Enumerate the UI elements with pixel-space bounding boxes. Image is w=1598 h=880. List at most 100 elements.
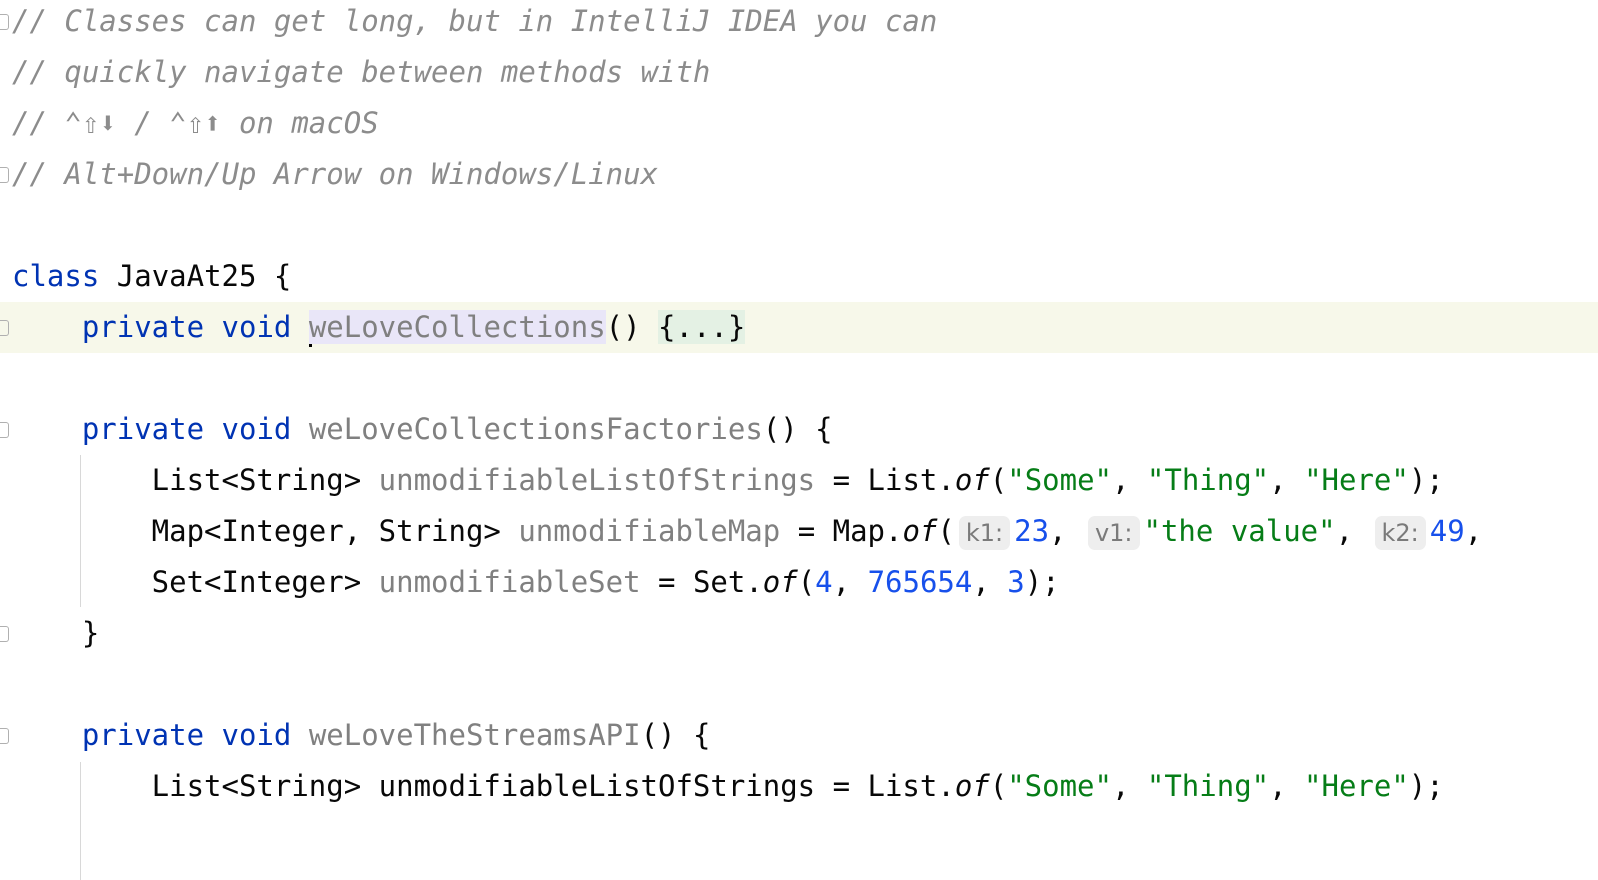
comment-token: // quickly navigate between methods with bbox=[12, 55, 711, 89]
code-token: () bbox=[605, 310, 659, 344]
parameter-hint: k1: bbox=[958, 516, 1011, 550]
comment-token: // Classes can get long, but in IntelliJ… bbox=[12, 4, 938, 38]
keyword-token: class bbox=[12, 259, 100, 293]
code-line[interactable]: Map<Integer, String> unmodifiableMap = M… bbox=[0, 506, 1598, 557]
string-literal: "Here" bbox=[1304, 769, 1409, 803]
code-line[interactable]: private void weLoveCollections() {...} bbox=[0, 302, 1598, 353]
string-literal: "Some" bbox=[1007, 769, 1112, 803]
number-literal: 3 bbox=[1007, 565, 1025, 599]
string-literal: "the value" bbox=[1143, 514, 1336, 548]
code-line[interactable] bbox=[0, 200, 1598, 251]
keyword-token: private bbox=[81, 718, 205, 752]
code-line[interactable]: class JavaAt25 { bbox=[0, 251, 1598, 302]
code-text: // quickly navigate between methods with bbox=[12, 47, 710, 98]
code-line[interactable] bbox=[0, 353, 1598, 404]
fold-marker-icon[interactable] bbox=[0, 728, 9, 744]
static-method-token: of bbox=[902, 514, 938, 548]
selected-method-name: weLoveCollections bbox=[308, 310, 606, 344]
code-text: // Classes can get long, but in IntelliJ… bbox=[12, 0, 937, 47]
code-text: Set<Integer> unmodifiableSet = Set.of(4,… bbox=[12, 557, 1060, 608]
static-method-token: of bbox=[954, 463, 990, 497]
code-line[interactable]: List<String> unmodifiableListOfStrings =… bbox=[0, 455, 1598, 506]
code-line[interactable]: Set<Integer> unmodifiableSet = Set.of(4,… bbox=[0, 557, 1598, 608]
identifier-token: weLoveCollectionsFactories bbox=[308, 412, 763, 446]
code-token: List<String> bbox=[12, 463, 379, 497]
code-line[interactable]: private void weLoveTheStreamsAPI() { bbox=[0, 710, 1598, 761]
keyword-token: private bbox=[81, 412, 205, 446]
code-line[interactable]: // Classes can get long, but in IntelliJ… bbox=[0, 0, 1598, 47]
code-token: ); bbox=[1024, 565, 1060, 599]
code-line[interactable]: } bbox=[0, 608, 1598, 659]
code-text: // ⌃⇧⬇ / ⌃⇧⬆ on macOS bbox=[12, 98, 379, 149]
number-literal: 765654 bbox=[867, 565, 973, 599]
code-text: // Alt+Down/Up Arrow on Windows/Linux bbox=[12, 149, 658, 200]
code-line[interactable]: // Alt+Down/Up Arrow on Windows/Linux bbox=[0, 149, 1598, 200]
number-literal: 4 bbox=[815, 565, 833, 599]
code-line[interactable] bbox=[0, 812, 1598, 863]
code-token: = Map. bbox=[780, 514, 903, 548]
string-literal: "Thing" bbox=[1146, 463, 1270, 497]
code-text: List<String> unmodifiableListOfStrings =… bbox=[12, 455, 1444, 506]
code-token: } bbox=[12, 616, 100, 650]
number-literal: 23 bbox=[1014, 514, 1050, 548]
code-token: JavaAt25 { bbox=[99, 259, 292, 293]
string-literal: "Some" bbox=[1007, 463, 1112, 497]
identifier-token: unmodifiableSet bbox=[378, 565, 641, 599]
identifier-token: unmodifiableMap bbox=[518, 514, 781, 548]
identifier-token: weLoveTheStreamsAPI bbox=[308, 718, 641, 752]
comment-token: // ⌃⇧⬇ / ⌃⇧⬆ on macOS bbox=[12, 106, 379, 140]
code-text: class JavaAt25 { bbox=[12, 251, 291, 302]
code-token: , bbox=[1049, 514, 1084, 548]
code-text: private void weLoveCollections() {...} bbox=[12, 302, 746, 353]
fold-marker-icon[interactable] bbox=[0, 626, 9, 642]
code-token: = Set. bbox=[640, 565, 763, 599]
code-token: = List. bbox=[815, 463, 955, 497]
code-token: , bbox=[1269, 463, 1305, 497]
fold-marker-icon[interactable] bbox=[0, 14, 9, 30]
code-token: , bbox=[1269, 769, 1305, 803]
fold-marker-icon[interactable] bbox=[0, 320, 9, 336]
parameter-hint: k2: bbox=[1374, 516, 1426, 550]
static-method-token: of bbox=[762, 565, 798, 599]
folded-code-block[interactable]: {...} bbox=[658, 310, 746, 344]
code-text: Map<Integer, String> unmodifiableMap = M… bbox=[12, 506, 1482, 559]
code-token: () { bbox=[762, 412, 833, 446]
code-token: ); bbox=[1408, 463, 1444, 497]
comment-token: // Alt+Down/Up Arrow on Windows/Linux bbox=[12, 157, 659, 191]
code-line[interactable]: List<String> unmodifiableListOfStrings =… bbox=[0, 761, 1598, 812]
code-token: , bbox=[972, 565, 1008, 599]
code-token: , bbox=[1111, 769, 1147, 803]
fold-marker-icon[interactable] bbox=[0, 422, 9, 438]
code-token: ); bbox=[1408, 769, 1444, 803]
static-method-token: of bbox=[954, 769, 990, 803]
code-text: private void weLoveTheStreamsAPI() { bbox=[12, 710, 711, 761]
parameter-hint: v1: bbox=[1087, 516, 1140, 550]
code-line[interactable] bbox=[0, 659, 1598, 710]
string-literal: "Thing" bbox=[1146, 769, 1270, 803]
identifier-token: unmodifiableListOfStrings bbox=[378, 463, 816, 497]
code-token: Set<Integer> bbox=[12, 565, 379, 599]
keyword-token: void bbox=[221, 718, 292, 752]
code-token: , bbox=[832, 565, 868, 599]
keyword-token: void bbox=[221, 412, 292, 446]
code-token: ( bbox=[989, 769, 1008, 803]
fold-marker-icon[interactable] bbox=[0, 167, 9, 183]
code-line[interactable]: // ⌃⇧⬇ / ⌃⇧⬆ on macOS bbox=[0, 98, 1598, 149]
code-text: } bbox=[12, 608, 99, 659]
code-line[interactable]: private void weLoveCollectionsFactories(… bbox=[0, 404, 1598, 455]
code-line[interactable]: // quickly navigate between methods with bbox=[0, 47, 1598, 98]
string-literal: "Here" bbox=[1304, 463, 1409, 497]
code-token: ( bbox=[989, 463, 1008, 497]
code-token: , bbox=[1335, 514, 1371, 548]
code-token: ( bbox=[797, 565, 816, 599]
code-token: Map<Integer, String> bbox=[12, 514, 519, 548]
code-text: List<String> unmodifiableListOfStrings =… bbox=[12, 761, 1444, 812]
code-token: List<String> unmodifiableListOfStrings =… bbox=[12, 769, 955, 803]
code-text: private void weLoveCollectionsFactories(… bbox=[12, 404, 833, 455]
